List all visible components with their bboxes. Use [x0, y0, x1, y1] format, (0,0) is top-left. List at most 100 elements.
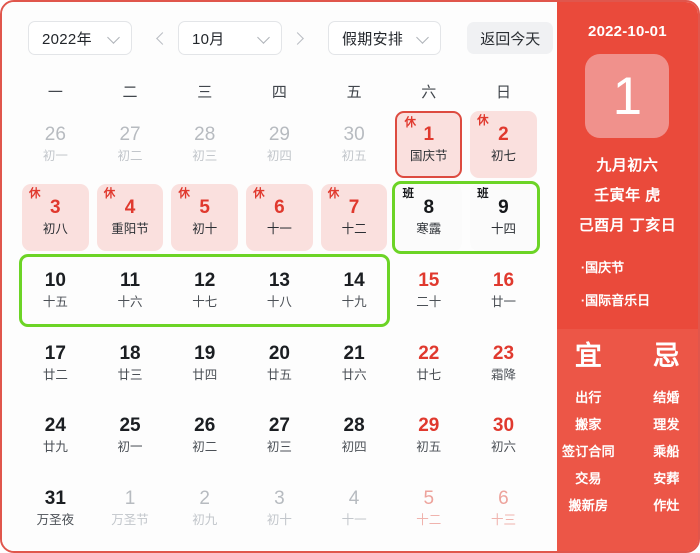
day-sublabel: 初六	[490, 440, 516, 455]
day-cell[interactable]: 13 十八	[246, 257, 313, 324]
day-number: 23	[492, 342, 515, 364]
chevron-right-icon	[291, 31, 304, 45]
day-cell[interactable]: 25 初一	[97, 402, 164, 469]
day-cell[interactable]: 10 十五	[22, 257, 89, 324]
day-cell[interactable]: 31 万圣夜	[22, 475, 89, 542]
day-cell[interactable]: 28 初三	[171, 111, 238, 178]
day-cell[interactable]: 21 廿六	[321, 330, 388, 397]
day-cell[interactable]: 12 十七	[171, 257, 238, 324]
day-cell[interactable]: 16 廿一	[470, 257, 537, 324]
day-sublabel: 初四	[341, 440, 367, 455]
weekday-label-2: 三	[197, 83, 213, 101]
rest-day-badge: 休	[327, 187, 340, 200]
day-cell[interactable]: 1 万圣节	[97, 475, 164, 542]
day-sublabel: 初五	[341, 149, 367, 163]
work-day-badge: 班	[477, 187, 489, 200]
day-sublabel: 万圣夜	[36, 513, 75, 528]
day-cell[interactable]: 休 3 初八	[22, 183, 89, 251]
day-cell[interactable]: 5 十二	[395, 475, 462, 542]
rest-day-badge: 休	[103, 187, 116, 200]
day-cell[interactable]: 28 初四	[321, 402, 388, 469]
day-sublabel: 十六	[117, 294, 143, 309]
day-cell[interactable]: 4 十一	[321, 475, 388, 542]
day-sublabel: 十二	[416, 513, 442, 528]
day-cell[interactable]: 19 廿四	[171, 330, 238, 397]
next-month-button[interactable]	[282, 21, 316, 55]
day-detail-pane: 2022-10-01 1 九月初六 壬寅年 虎 己酉月 丁亥日 ·国庆节 ·国际…	[556, 2, 698, 551]
day-sublabel: 霜降	[490, 367, 516, 382]
day-number: 27	[268, 415, 290, 437]
chevron-down-icon	[108, 32, 120, 44]
day-number: 14	[343, 269, 365, 291]
calendar-toolbar: 2022年 10月 假期安排 返回今天	[2, 2, 557, 74]
holiday-arrangement-select[interactable]: 假期安排	[328, 21, 442, 55]
day-number: 2	[199, 488, 210, 510]
calendar-widget: 2022年 10月 假期安排 返回今天 一二三四五六日 26 初一 27 初二 …	[0, 0, 700, 553]
day-number: 22	[418, 342, 440, 364]
day-cell[interactable]: 休 1 国庆节	[395, 111, 463, 178]
day-cell[interactable]: 2 初九	[171, 475, 238, 542]
day-cell[interactable]: 30 初五	[321, 111, 388, 178]
detail-date: 2022-10-01	[588, 23, 667, 40]
calendar-grid: 26 初一 27 初二 28 初三 29 初四 30 初五休 1 国庆节休 2 初七休 3 初八休 4 重阳节休 5…	[2, 108, 557, 551]
day-cell[interactable]: 休 6 十一	[246, 183, 313, 251]
day-cell[interactable]: 15 二十	[395, 257, 462, 324]
day-cell[interactable]: 班 9 十四	[470, 183, 537, 251]
day-sublabel: 廿二	[42, 367, 68, 382]
detail-lunar-day: 九月初六	[596, 157, 659, 174]
day-cell[interactable]: 20 廿五	[246, 330, 313, 397]
day-number: 13	[268, 269, 290, 291]
day-cell[interactable]: 29 初五	[395, 402, 462, 469]
day-number: 19	[194, 342, 216, 364]
weekday-label-6: 日	[495, 83, 511, 101]
day-cell[interactable]: 休 5 初十	[171, 183, 239, 251]
rest-day-badge: 休	[29, 187, 41, 200]
day-cell[interactable]: 休 7 十二	[320, 183, 388, 251]
year-select[interactable]: 2022年	[28, 21, 132, 55]
day-cell[interactable]: 30 初六	[470, 402, 537, 469]
prev-month-button[interactable]	[144, 21, 178, 55]
weekday-label-1: 二	[122, 83, 138, 101]
month-select[interactable]: 10月	[178, 21, 282, 55]
day-number: 12	[194, 269, 216, 291]
day-cell[interactable]: 18 廿三	[97, 330, 164, 397]
day-cell[interactable]: 17 廿二	[22, 330, 89, 397]
day-cell[interactable]: 6 十三	[470, 475, 537, 542]
day-cell[interactable]: 22 廿七	[395, 330, 462, 397]
work-day-badge: 班	[402, 187, 414, 200]
month-select-value: 10月	[192, 30, 225, 48]
day-number: 26	[194, 415, 216, 437]
day-number: 27	[119, 124, 141, 146]
day-cell[interactable]: 11 十六	[97, 257, 164, 324]
day-cell[interactable]: 3 初十	[246, 475, 313, 542]
day-number: 15	[418, 269, 440, 291]
back-to-today-button[interactable]: 返回今天	[467, 22, 554, 54]
yi-item: 交易	[575, 471, 602, 486]
day-sublabel: 廿六	[341, 367, 367, 382]
day-number: 3	[50, 196, 61, 218]
day-sublabel: 初四	[266, 149, 292, 163]
day-cell[interactable]: 27 初二	[97, 111, 164, 178]
day-sublabel: 廿五	[266, 367, 292, 382]
day-sublabel: 廿七	[416, 367, 442, 382]
day-cell[interactable]: 27 初三	[246, 402, 313, 469]
chevron-left-icon	[156, 31, 169, 45]
day-cell[interactable]: 29 初四	[246, 111, 313, 178]
day-cell[interactable]: 休 2 初七	[470, 111, 537, 178]
day-number: 9	[498, 196, 509, 218]
day-sublabel: 十九	[341, 294, 367, 309]
day-cell[interactable]: 23 霜降	[470, 330, 537, 397]
day-cell[interactable]: 26 初二	[171, 402, 238, 469]
day-cell[interactable]: 24 廿九	[22, 402, 89, 469]
day-number: 31	[44, 488, 66, 510]
day-sublabel: 初一	[42, 149, 68, 163]
day-sublabel: 廿三	[117, 367, 143, 382]
day-number: 6	[274, 196, 285, 218]
day-cell[interactable]: 休 4 重阳节	[96, 183, 164, 251]
day-cell[interactable]: 14 十九	[321, 257, 388, 324]
day-cell[interactable]: 26 初一	[22, 111, 89, 178]
chevron-down-icon	[258, 32, 270, 44]
day-cell[interactable]: 班 8 寒露	[395, 183, 463, 251]
yi-item: 搬家	[575, 417, 602, 432]
rest-day-badge: 休	[253, 187, 265, 200]
